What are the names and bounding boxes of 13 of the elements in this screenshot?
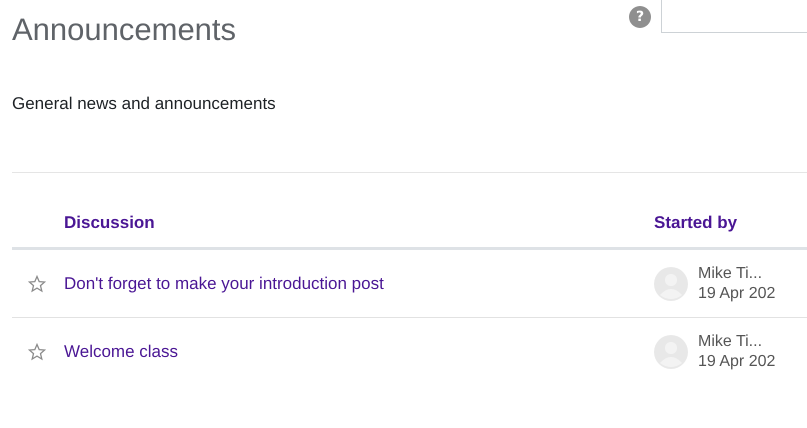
post-date: 19 Apr 202 <box>698 284 776 304</box>
author-name[interactable]: Mike Ti... <box>698 332 776 352</box>
column-header[interactable]: Discussion <box>64 203 654 248</box>
discussion-link[interactable]: Welcome class <box>64 342 178 360</box>
post-date: 19 Apr 202 <box>698 352 776 372</box>
star-icon[interactable] <box>28 342 46 360</box>
column-header[interactable]: Started by <box>654 203 807 248</box>
star-icon[interactable] <box>28 274 46 292</box>
page-title: Announcements <box>12 12 236 48</box>
discussion-link[interactable]: Don't forget to make your introduction post <box>64 274 384 292</box>
forum-description: General news and announcements <box>12 94 277 114</box>
author-name[interactable]: Mike Ti... <box>698 264 776 284</box>
search-field[interactable] <box>661 0 807 33</box>
